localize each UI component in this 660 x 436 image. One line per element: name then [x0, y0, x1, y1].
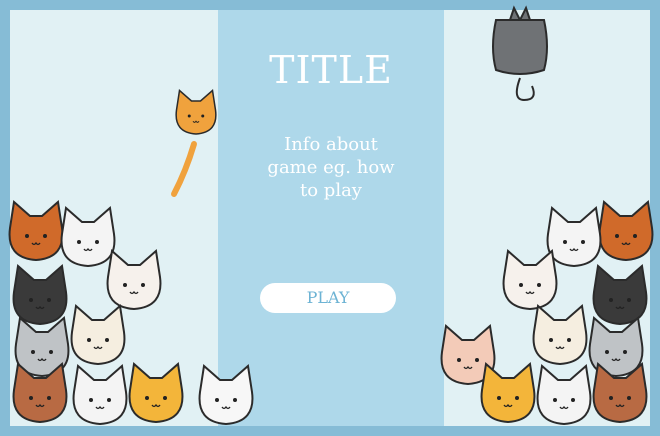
white-cat-icon [546, 207, 602, 267]
right-cat-pile [440, 201, 654, 425]
orange-cat-icon [8, 201, 64, 261]
cat-illustrations [8, 5, 654, 425]
black-cat-icon [12, 265, 68, 325]
falling-gray-cat [492, 5, 548, 102]
calico-cat-icon [106, 250, 162, 310]
tuxedo-cat-icon [536, 365, 592, 425]
cream-cat-icon [70, 305, 126, 365]
calico-cat-icon [502, 250, 558, 310]
lying-white-cat-icon [198, 365, 254, 425]
yellow-cat-icon [480, 363, 536, 423]
falling-orange-cat [171, 89, 217, 197]
yellow-cat-icon [128, 363, 184, 423]
left-cat-pile [8, 201, 254, 425]
black-cat-icon [592, 265, 648, 325]
white-cat-icon [60, 207, 116, 267]
orange-cat-icon [598, 201, 654, 261]
tuxedo-cat-icon [72, 365, 128, 425]
cream-cat-icon [532, 305, 588, 365]
